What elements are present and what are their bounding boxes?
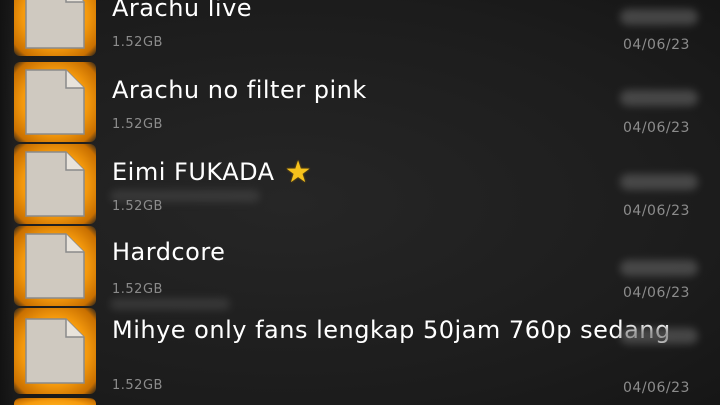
file-date: 04/06/23 xyxy=(623,37,690,53)
redacted-subtitle xyxy=(110,298,230,310)
file-size: 1.52GB xyxy=(112,282,163,297)
file-size: 1.52GB xyxy=(112,117,163,132)
document-icon xyxy=(25,69,85,135)
file-size: 1.52GB xyxy=(112,378,163,393)
file-size: 1.52GB xyxy=(112,35,163,50)
file-date: 04/06/23 xyxy=(623,285,690,301)
file-icon-tile xyxy=(14,308,96,394)
file-name-text: Eimi FUKADA xyxy=(112,158,275,186)
file-icon-tile-partial xyxy=(14,398,96,405)
file-icon-tile xyxy=(14,62,96,142)
star-icon: ★ xyxy=(284,155,312,190)
file-icon-tile xyxy=(14,144,96,224)
file-name: Arachu live xyxy=(112,0,253,22)
redacted-info xyxy=(620,90,698,106)
document-icon xyxy=(25,151,85,217)
document-icon xyxy=(25,318,85,384)
file-list-screen: Arachu live 1.52GB 04/06/23 Arachu no fi… xyxy=(0,0,720,405)
file-name: Arachu no filter pink xyxy=(112,76,367,104)
file-date: 04/06/23 xyxy=(623,120,690,136)
file-name: Hardcore xyxy=(112,238,226,266)
file-size: 1.52GB xyxy=(112,199,163,214)
redacted-info xyxy=(620,174,698,190)
file-name: Mihye only fans lengkap 50jam 760p sedan… xyxy=(112,316,671,344)
file-row[interactable]: Arachu live 1.52GB 04/06/23 xyxy=(0,0,720,62)
file-icon-tile xyxy=(14,226,96,306)
document-icon xyxy=(25,0,85,49)
redacted-info xyxy=(620,9,698,25)
redacted-info xyxy=(620,260,698,276)
document-icon xyxy=(25,233,85,299)
file-row[interactable]: Arachu no filter pink 1.52GB 04/06/23 xyxy=(0,62,720,144)
file-row[interactable]: Mihye only fans lengkap 50jam 760p sedan… xyxy=(0,298,720,405)
file-row[interactable]: Hardcore 1.52GB 04/06/23 xyxy=(0,226,720,308)
file-icon-tile xyxy=(14,0,96,56)
file-row[interactable]: Eimi FUKADA ★ 1.52GB 04/06/23 xyxy=(0,144,720,226)
file-date: 04/06/23 xyxy=(623,380,690,396)
file-name: Eimi FUKADA ★ xyxy=(112,155,312,190)
file-date: 04/06/23 xyxy=(623,203,690,219)
redacted-info xyxy=(620,328,698,344)
